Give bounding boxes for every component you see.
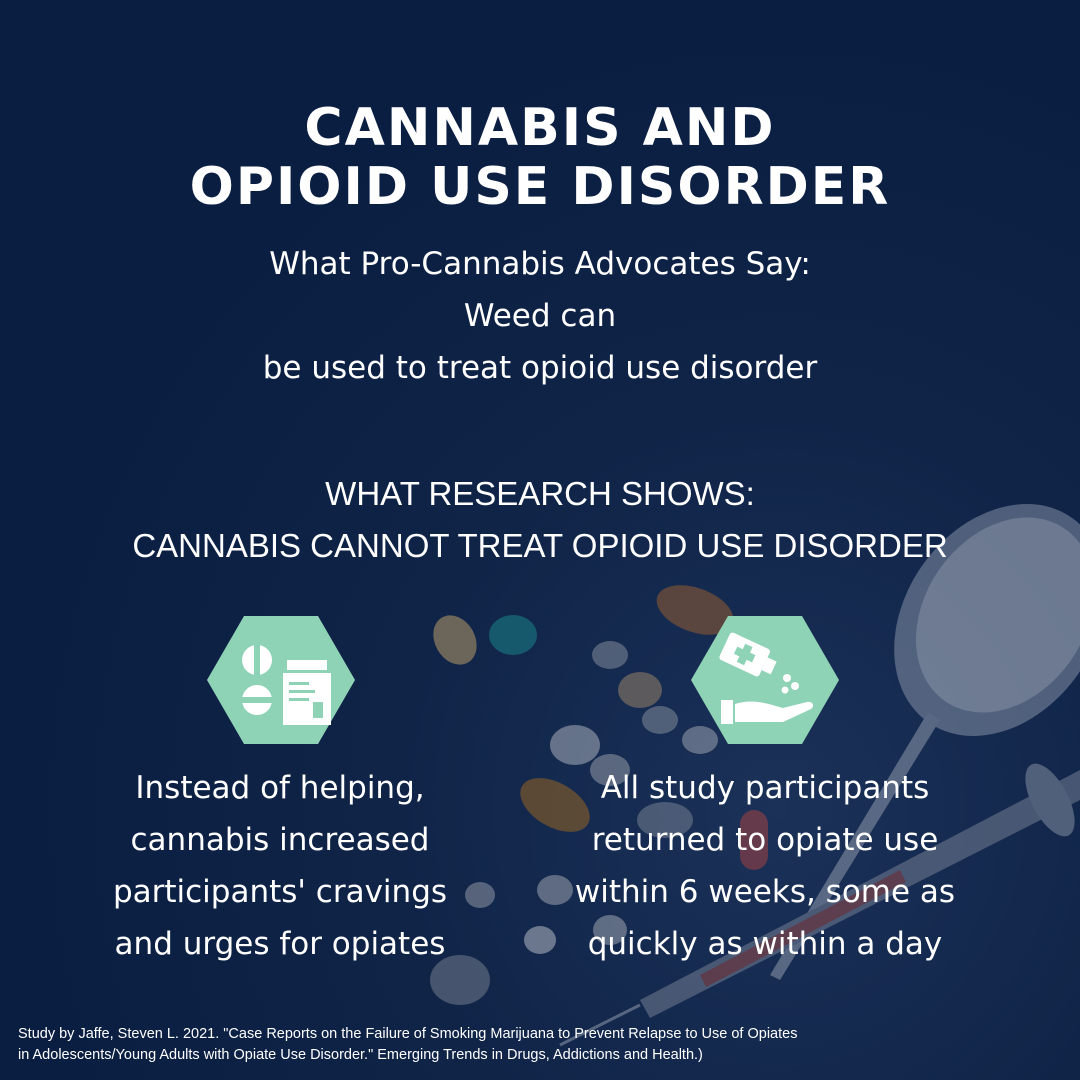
finding-2-line: within 6 weeks, some as — [574, 874, 956, 910]
title-line-1: CANNABIS AND — [304, 98, 776, 158]
citation-line-1: Study by Jaffe, Steven L. 2021. "Case Re… — [18, 1026, 798, 1042]
citation-line-2: in Adolescents/Young Adults with Opiate … — [18, 1047, 703, 1063]
claim-heading: What Pro-Cannabis Advocates Say: — [269, 246, 811, 282]
research-heading: WHAT RESEARCH SHOWS: — [325, 475, 755, 512]
title-line-2: OPIOID USE DISORDER — [189, 157, 891, 217]
pills-and-bottle-icon — [207, 616, 355, 744]
finding-2-line: returned to opiate use — [591, 822, 939, 858]
claim-line-2: be used to treat opioid use disorder — [262, 350, 818, 386]
finding-1-line: participants' cravings — [112, 874, 448, 910]
finding-1-line: Instead of helping, — [135, 770, 425, 806]
medicine-in-hand-icon — [691, 616, 839, 744]
finding-2-line: quickly as within a day — [587, 926, 943, 962]
claim-line-1: Weed can — [463, 298, 617, 334]
finding-1-line: cannabis increased — [130, 822, 430, 858]
finding-1-text: Instead of helping, cannabis increased p… — [90, 762, 470, 970]
finding-2-line: All study participants — [600, 770, 930, 806]
finding-1-line: and urges for opiates — [114, 926, 446, 962]
finding-1-badge — [207, 616, 355, 744]
infographic: CANNABIS AND OPIOID USE DISORDER What Pr… — [0, 0, 1080, 1080]
research-statement: CANNABIS CANNOT TREAT OPIOID USE DISORDE… — [132, 527, 948, 564]
finding-2-text: All study participants returned to opiat… — [560, 762, 970, 970]
finding-2-badge — [691, 616, 839, 744]
citation-footer: Study by Jaffe, Steven L. 2021. "Case Re… — [18, 1024, 797, 1066]
